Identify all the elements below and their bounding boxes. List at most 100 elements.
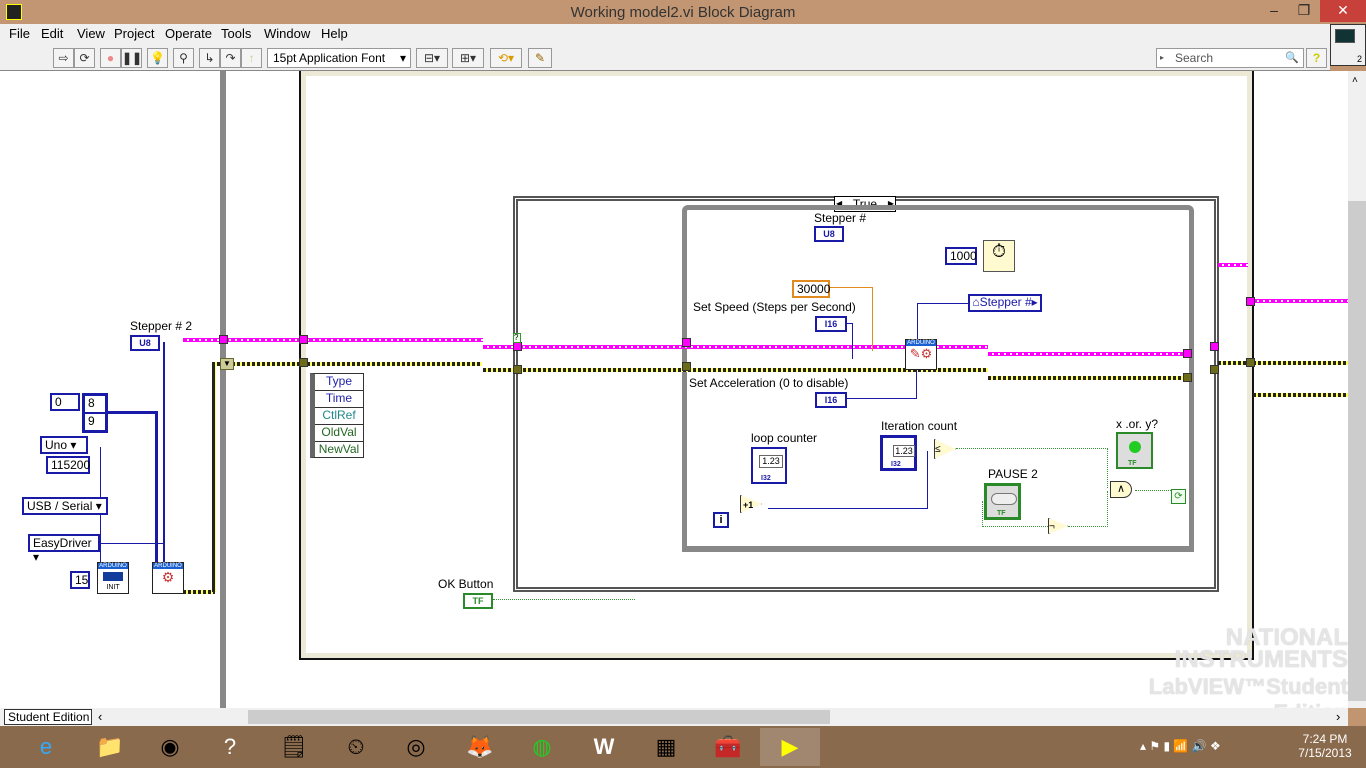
iteration-count-control[interactable]: 1.23 I32: [880, 435, 917, 471]
array-index[interactable]: 0: [50, 393, 80, 411]
loop-counter-indicator[interactable]: 1.23 I32: [751, 447, 787, 484]
close-button[interactable]: ✕: [1320, 0, 1366, 22]
arduino-config-node[interactable]: ARDUINO ⚙: [152, 562, 184, 594]
tunnel: [219, 335, 228, 344]
scroll-right-icon[interactable]: ›: [1336, 709, 1340, 724]
event-field-newval[interactable]: NewVal: [315, 442, 363, 458]
baud-rate-constant[interactable]: 115200: [46, 456, 90, 474]
board-type-enum[interactable]: Uno ▾: [40, 436, 88, 454]
search-input[interactable]: ▸ Search 🔍: [1156, 48, 1304, 68]
help-button[interactable]: ?: [1306, 48, 1327, 68]
taskbar-help-icon[interactable]: ?: [200, 728, 260, 766]
taskbar-timer-icon[interactable]: ⏲: [326, 728, 386, 766]
taskbar-media-icon[interactable]: ◉: [140, 728, 200, 766]
taskbar-firefox-icon[interactable]: 🦊: [450, 728, 510, 766]
menu-window[interactable]: Window: [264, 26, 310, 41]
board-icon: [103, 572, 123, 581]
array-element[interactable]: 8: [84, 395, 106, 413]
menu-file[interactable]: File: [9, 26, 30, 41]
run-continuously-button[interactable]: ⟳: [74, 48, 95, 68]
wait-ms-constant[interactable]: 1000: [945, 247, 977, 265]
tunnel: [682, 338, 691, 347]
taskbar-control-panel-icon[interactable]: ▦: [636, 728, 696, 766]
set-speed-control[interactable]: I16: [815, 316, 847, 332]
menu-tools[interactable]: Tools: [221, 26, 251, 41]
search-icon[interactable]: 🔍: [1285, 49, 1299, 67]
abort-button[interactable]: ●: [100, 48, 121, 68]
menu-view[interactable]: View: [77, 26, 105, 41]
event-field-oldval[interactable]: OldVal: [315, 425, 363, 442]
taskbar-file-explorer-icon[interactable]: 📁: [80, 728, 140, 766]
cleanup-diagram-button[interactable]: ✎: [528, 48, 552, 68]
step-over-button[interactable]: ↷: [220, 48, 241, 68]
pause-button[interactable]: ❚❚: [121, 48, 142, 68]
connection-type-enum[interactable]: USB / Serial ▾: [22, 497, 108, 515]
vertical-scrollbar[interactable]: ˄: [1348, 71, 1366, 708]
wire: [108, 411, 156, 414]
taskbar-spotify-icon[interactable]: ◍: [512, 728, 572, 766]
iteration-count-value: 1.23: [893, 445, 915, 457]
clock[interactable]: 7:24 PM 7/15/2013: [1290, 732, 1360, 760]
restore-button[interactable]: ❐: [1290, 0, 1318, 22]
speed-constant[interactable]: 30000: [792, 280, 830, 298]
retain-wire-values-button[interactable]: ⚲: [173, 48, 194, 68]
set-acceleration-control[interactable]: I16: [815, 392, 847, 408]
ok-button-terminal[interactable]: TF: [463, 593, 493, 609]
horizontal-scrollbar[interactable]: Student Edition ‹ ›: [0, 708, 1348, 726]
stepper-control[interactable]: U8: [814, 226, 844, 242]
stepper-local-label: Stepper #: [979, 295, 1032, 309]
font-selector[interactable]: 15pt Application Font ▾: [267, 48, 411, 68]
title-bar: Working model2.vi Block Diagram ‒ ❐ ✕: [0, 0, 1366, 24]
event-field-time[interactable]: Time: [315, 391, 363, 408]
stepper-write-icon: ✎⚙: [909, 346, 933, 361]
horizontal-scroll-thumb[interactable]: [248, 710, 830, 724]
tunnel: [513, 365, 522, 374]
menu-edit[interactable]: Edit: [41, 26, 63, 41]
driver-type-enum[interactable]: EasyDriver ▾: [28, 534, 100, 564]
board-type-value: Uno: [45, 438, 68, 452]
taskbar-word-icon[interactable]: W: [574, 728, 634, 766]
pin-array[interactable]: 8 9: [82, 393, 108, 433]
scroll-up-icon[interactable]: ˄: [1352, 75, 1358, 86]
step-out-button[interactable]: ↑: [241, 48, 262, 68]
block-diagram-canvas[interactable]: ◀ True ▶ ▼ ? Stepper # 2 U8 0 8 9 Uno ▾ …: [0, 71, 1348, 708]
run-button[interactable]: ⇨: [53, 48, 74, 68]
wire: [927, 451, 928, 509]
minimize-button[interactable]: ‒: [1260, 0, 1288, 22]
metronome-wait-icon[interactable]: ⏱: [983, 240, 1015, 272]
taskbar-chrome-icon[interactable]: ◎: [386, 728, 446, 766]
vertical-scroll-thumb[interactable]: [1348, 201, 1366, 701]
distribute-objects-button[interactable]: ⊞▾: [452, 48, 484, 68]
loop-condition-terminal[interactable]: ⟳: [1171, 489, 1186, 504]
wrench-icon: ⚙: [161, 569, 175, 585]
arduino-stepper-write-node[interactable]: ARDUINO ✎⚙: [905, 339, 937, 370]
step-into-button[interactable]: ↳: [199, 48, 220, 68]
ni-watermark: NATIONAL INSTRUMENTS LabVIEW™Student Edi…: [1080, 624, 1348, 708]
taskbar-ie-icon[interactable]: e: [16, 728, 76, 766]
taskbar-labview-icon[interactable]: ▶: [760, 728, 820, 766]
search-options-arrow-icon[interactable]: ▸: [1160, 49, 1164, 67]
event-data-node: Type Time CtlRef OldVal NewVal: [310, 373, 364, 458]
vi-icon[interactable]: 2: [1330, 24, 1366, 66]
array-element[interactable]: 9: [84, 413, 106, 431]
taskbar-sticky-notes-icon[interactable]: 🗒: [264, 728, 324, 766]
scroll-left-icon[interactable]: ‹: [98, 709, 102, 724]
event-field-ctlref[interactable]: CtlRef: [315, 408, 363, 425]
reorder-button[interactable]: ⟲▾: [490, 48, 522, 68]
and-gate[interactable]: ∧: [1110, 481, 1132, 498]
tray-icons[interactable]: ▴ ⚑ ▮ 📶 🔊 ❖: [1140, 739, 1221, 753]
taskbar-toolbox-icon[interactable]: 🧰: [698, 728, 758, 766]
event-field-type[interactable]: Type: [315, 374, 363, 391]
menu-help[interactable]: Help: [321, 26, 348, 41]
highlight-execution-button[interactable]: 💡: [147, 48, 168, 68]
stepper2-control[interactable]: U8: [130, 335, 160, 351]
pins-constant[interactable]: 15: [70, 571, 90, 589]
menu-project[interactable]: Project: [114, 26, 154, 41]
xor-indicator[interactable]: TF: [1116, 432, 1153, 469]
pink-wire: [1253, 299, 1348, 303]
iteration-terminal[interactable]: i: [713, 512, 729, 528]
menu-operate[interactable]: Operate: [165, 26, 212, 41]
stepper-local-variable[interactable]: ⌂Stepper #▸: [968, 294, 1042, 312]
align-objects-button[interactable]: ⊟▾: [416, 48, 448, 68]
arduino-init-node[interactable]: ARDUINO INIT: [97, 562, 129, 594]
